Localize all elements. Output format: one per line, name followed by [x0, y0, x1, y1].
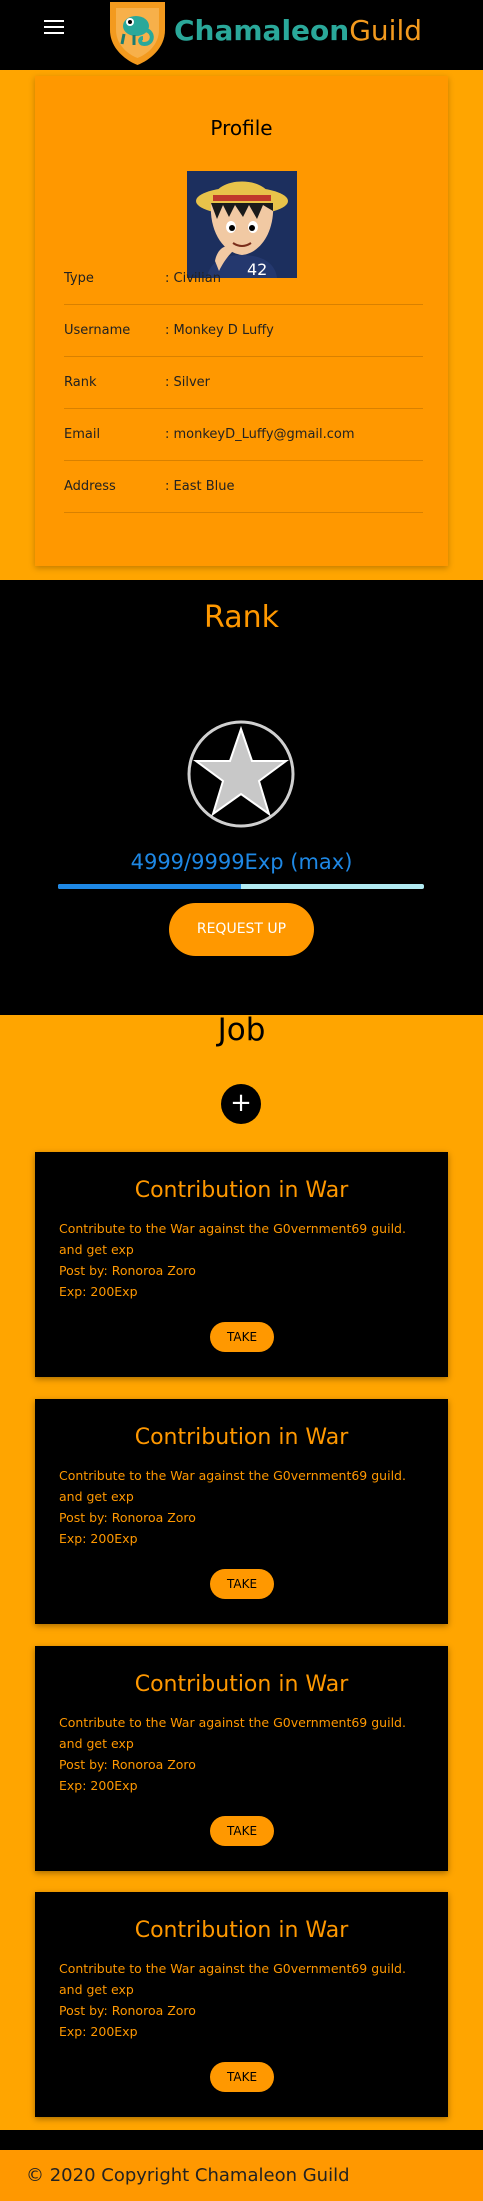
- add-job-button[interactable]: +: [221, 1084, 261, 1124]
- profile-row-username: Username : Monkey D Luffy: [64, 305, 423, 357]
- star-badge-icon: [187, 720, 295, 828]
- job-card-description: Contribute to the War against the G0vern…: [59, 1961, 406, 1997]
- take-job-button[interactable]: TAKE: [210, 1816, 274, 1846]
- copyright-text: © 2020 Copyright Chamaleon Guild: [26, 2165, 350, 2186]
- profile-card: Profile 42 Type : Civilian Username : Mo…: [35, 76, 448, 566]
- profile-field-value: : Civilian: [165, 271, 221, 286]
- job-card-exp: Exp: 200Exp: [59, 1531, 138, 1546]
- job-card-exp: Exp: 200Exp: [59, 2024, 138, 2039]
- profile-field-label: Email: [64, 427, 101, 442]
- profile-field-label: Rank: [64, 375, 97, 390]
- job-card-description: Contribute to the War against the G0vern…: [59, 1221, 406, 1257]
- job-card: Contribution in War Contribute to the Wa…: [35, 1892, 448, 2117]
- profile-field-value: : Monkey D Luffy: [165, 323, 274, 338]
- take-job-button[interactable]: TAKE: [210, 1322, 274, 1352]
- profile-field-value: : Silver: [165, 375, 211, 390]
- job-card: Contribution in War Contribute to the Wa…: [35, 1399, 448, 1624]
- brand-name-part2: Guild: [349, 14, 422, 47]
- take-job-button[interactable]: TAKE: [210, 1569, 274, 1599]
- brand-name[interactable]: ChamaleonGuild: [174, 13, 422, 49]
- job-card-description: Contribute to the War against the G0vern…: [59, 1715, 406, 1751]
- rank-section: Rank 4999/9999Exp (max) REQUEST UP: [0, 580, 483, 1015]
- job-card-post-by: Post by: Ronoroa Zoro: [59, 2003, 196, 2018]
- footer-divider: [0, 2130, 483, 2150]
- job-card-post-by: Post by: Ronoroa Zoro: [59, 1510, 196, 1525]
- exp-progress-text: 4999/9999Exp (max): [130, 850, 353, 874]
- job-card-description: Contribute to the War against the G0vern…: [59, 1468, 406, 1504]
- job-card: Contribution in War Contribute to the Wa…: [35, 1646, 448, 1871]
- brand-name-part1: Chamaleon: [174, 14, 350, 47]
- profile-row-type: Type : Civilian: [64, 253, 423, 305]
- exp-progress-bar: [58, 884, 424, 889]
- exp-progress-fill: [58, 884, 241, 889]
- footer: © 2020 Copyright Chamaleon Guild: [0, 2150, 483, 2201]
- profile-field-label: Type: [64, 271, 94, 286]
- take-job-button[interactable]: TAKE: [210, 2062, 274, 2092]
- profile-field-label: Username: [64, 323, 131, 338]
- profile-row-rank: Rank : Silver: [64, 357, 423, 409]
- job-card-post-by: Post by: Ronoroa Zoro: [59, 1757, 196, 1772]
- profile-row-address: Address : East Blue: [64, 461, 423, 513]
- profile-field-label: Address: [64, 479, 116, 494]
- profile-title: Profile: [210, 116, 273, 140]
- job-card-title: Contribution in War: [134, 1425, 349, 1450]
- profile-field-value: : monkeyD_Luffy@gmail.com: [165, 427, 355, 442]
- job-title: Job: [217, 1012, 266, 1048]
- hamburger-menu-icon[interactable]: [44, 20, 64, 36]
- top-navbar: ChamaleonGuild: [0, 0, 483, 70]
- job-card-exp: Exp: 200Exp: [59, 1284, 138, 1299]
- job-card-title: Contribution in War: [134, 1178, 349, 1203]
- job-card: Contribution in War Contribute to the Wa…: [35, 1152, 448, 1377]
- rank-title: Rank: [204, 600, 279, 635]
- job-card-title: Contribution in War: [134, 1918, 349, 1943]
- chameleon-shield-logo[interactable]: [106, 0, 169, 66]
- job-card-post-by: Post by: Ronoroa Zoro: [59, 1263, 196, 1278]
- job-card-exp: Exp: 200Exp: [59, 1778, 138, 1793]
- profile-row-email: Email : monkeyD_Luffy@gmail.com: [64, 409, 423, 461]
- profile-field-value: : East Blue: [165, 479, 235, 494]
- request-up-button[interactable]: REQUEST UP: [169, 903, 314, 956]
- job-card-title: Contribution in War: [134, 1672, 349, 1697]
